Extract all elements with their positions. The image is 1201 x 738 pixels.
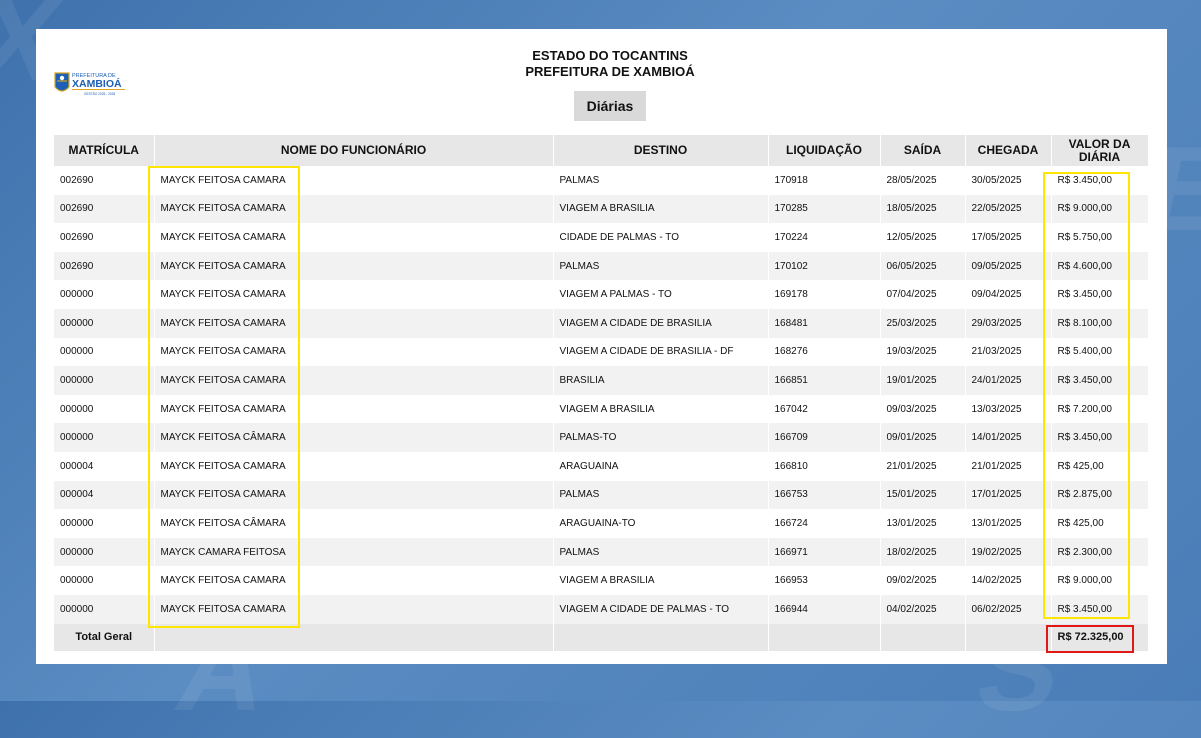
- cell-destino: VIAGEM A PALMAS - TO: [553, 280, 769, 309]
- cell-chegada: 29/03/2025: [965, 308, 1052, 338]
- cell-saida: 21/01/2025: [880, 451, 966, 481]
- cell-liquidacao: 166851: [768, 366, 881, 395]
- section-tag: Diárias: [574, 91, 646, 121]
- col-header-nome: NOME DO FUNCIONÁRIO: [154, 135, 554, 166]
- cell-liquidacao: 166953: [768, 566, 881, 595]
- cell-destino: VIAGEM A CIDADE DE PALMAS - TO: [553, 594, 769, 624]
- cell-liquidacao: 168276: [768, 337, 881, 367]
- cell-matricula: 000004: [54, 480, 155, 510]
- cell-saida: 18/05/2025: [880, 194, 966, 224]
- cell-matricula: 000000: [54, 308, 155, 338]
- document-heading: ESTADO DO TOCANTINS PREFEITURA DE XAMBIO…: [36, 48, 1184, 80]
- cell-liquidacao: 167042: [768, 394, 881, 424]
- cell-chegada: 14/01/2025: [965, 423, 1052, 452]
- cell-destino: PALMAS: [553, 251, 769, 281]
- names-highlight-box: [148, 166, 300, 628]
- cell-destino: ARAGUAINA: [553, 451, 769, 481]
- state-title: ESTADO DO TOCANTINS: [532, 48, 688, 63]
- logo-sub-text: GESTÃO 2025 - 2028: [84, 91, 115, 96]
- cell-destino: VIAGEM A BRASILIA: [553, 394, 769, 424]
- cell-liquidacao: 170102: [768, 251, 881, 281]
- table-header-row: MATRÍCULA NOME DO FUNCIONÁRIO DESTINO LI…: [54, 135, 1149, 166]
- cell-destino: BRASILIA: [553, 366, 769, 395]
- cell-chegada: 13/03/2025: [965, 394, 1052, 424]
- cell-matricula: 000000: [54, 509, 155, 538]
- cell-liquidacao: 170224: [768, 223, 881, 252]
- cell-liquidacao: 166944: [768, 594, 881, 624]
- cell-chegada: 17/01/2025: [965, 480, 1052, 510]
- cell-matricula: 000000: [54, 566, 155, 595]
- cell-saida: 09/02/2025: [880, 566, 966, 595]
- cell-matricula: 002690: [54, 194, 155, 224]
- cell-liquidacao: 166753: [768, 480, 881, 510]
- prefecture-title: PREFEITURA DE XAMBIOÁ: [525, 64, 695, 79]
- cell-saida: 09/01/2025: [880, 423, 966, 452]
- cell-saida: 12/05/2025: [880, 223, 966, 252]
- cell-matricula: 000000: [54, 537, 155, 567]
- cell-chegada: 13/01/2025: [965, 509, 1052, 538]
- cell-chegada: 19/02/2025: [965, 537, 1052, 567]
- cell-saida: 15/01/2025: [880, 480, 966, 510]
- cell-destino: VIAGEM A BRASILIA: [553, 566, 769, 595]
- cell-liquidacao: 166971: [768, 537, 881, 567]
- cell-chegada: 22/05/2025: [965, 194, 1052, 224]
- cell-liquidacao: 170918: [768, 166, 881, 195]
- cell-chegada: 09/05/2025: [965, 251, 1052, 281]
- cell-matricula: 000000: [54, 280, 155, 309]
- values-highlight-box: [1043, 172, 1130, 619]
- cell-chegada: 17/05/2025: [965, 223, 1052, 252]
- col-header-valor: VALOR DA DIÁRIA: [1051, 135, 1149, 166]
- cell-destino: PALMAS: [553, 537, 769, 567]
- cell-liquidacao: 168481: [768, 308, 881, 338]
- cell-saida: 04/02/2025: [880, 594, 966, 624]
- col-header-liquidacao: LIQUIDAÇÃO: [768, 135, 881, 166]
- cell-liquidacao: 166724: [768, 509, 881, 538]
- cell-matricula: 000000: [54, 366, 155, 395]
- cell-liquidacao: 166709: [768, 423, 881, 452]
- cell-destino: ARAGUAINA-TO: [553, 509, 769, 538]
- cell-liquidacao: 170285: [768, 194, 881, 224]
- cell-matricula: 000000: [54, 394, 155, 424]
- cell-matricula: 002690: [54, 223, 155, 252]
- cell-saida: 09/03/2025: [880, 394, 966, 424]
- cell-destino: PALMAS-TO: [553, 423, 769, 452]
- cell-liquidacao: 169178: [768, 280, 881, 309]
- col-header-saida: SAÍDA: [880, 135, 966, 166]
- cell-chegada: 09/04/2025: [965, 280, 1052, 309]
- cell-destino: VIAGEM A CIDADE DE BRASILIA: [553, 308, 769, 338]
- cell-destino: PALMAS: [553, 166, 769, 195]
- cell-saida: 19/03/2025: [880, 337, 966, 367]
- cell-chegada: 30/05/2025: [965, 166, 1052, 195]
- cell-chegada: 21/03/2025: [965, 337, 1052, 367]
- cell-saida: 25/03/2025: [880, 308, 966, 338]
- cell-liquidacao: 166810: [768, 451, 881, 481]
- col-header-chegada: CHEGADA: [965, 135, 1052, 166]
- col-header-matricula: MATRÍCULA: [54, 135, 155, 166]
- cell-saida: 28/05/2025: [880, 166, 966, 195]
- cell-saida: 06/05/2025: [880, 251, 966, 281]
- cell-saida: 19/01/2025: [880, 366, 966, 395]
- cell-saida: 13/01/2025: [880, 509, 966, 538]
- document-sheet: PREFEITURA DE XAMBIOÁ GESTÃO 2025 - 2028…: [36, 29, 1167, 664]
- cell-matricula: 000000: [54, 337, 155, 367]
- cell-chegada: 24/01/2025: [965, 366, 1052, 395]
- cell-saida: 18/02/2025: [880, 537, 966, 567]
- cell-chegada: 06/02/2025: [965, 594, 1052, 624]
- cell-matricula: 000004: [54, 451, 155, 481]
- cell-chegada: 14/02/2025: [965, 566, 1052, 595]
- cell-chegada: 21/01/2025: [965, 451, 1052, 481]
- cell-destino: VIAGEM A BRASILIA: [553, 194, 769, 224]
- total-highlight-box: [1046, 625, 1134, 653]
- cell-matricula: 002690: [54, 166, 155, 195]
- cell-destino: PALMAS: [553, 480, 769, 510]
- cell-destino: CIDADE DE PALMAS - TO: [553, 223, 769, 252]
- cell-matricula: 000000: [54, 594, 155, 624]
- cell-destino: VIAGEM A CIDADE DE BRASILIA - DF: [553, 337, 769, 367]
- total-label: Total Geral: [54, 623, 155, 651]
- cell-matricula: 000000: [54, 423, 155, 452]
- cell-matricula: 002690: [54, 251, 155, 281]
- col-header-destino: DESTINO: [553, 135, 769, 166]
- cell-saida: 07/04/2025: [880, 280, 966, 309]
